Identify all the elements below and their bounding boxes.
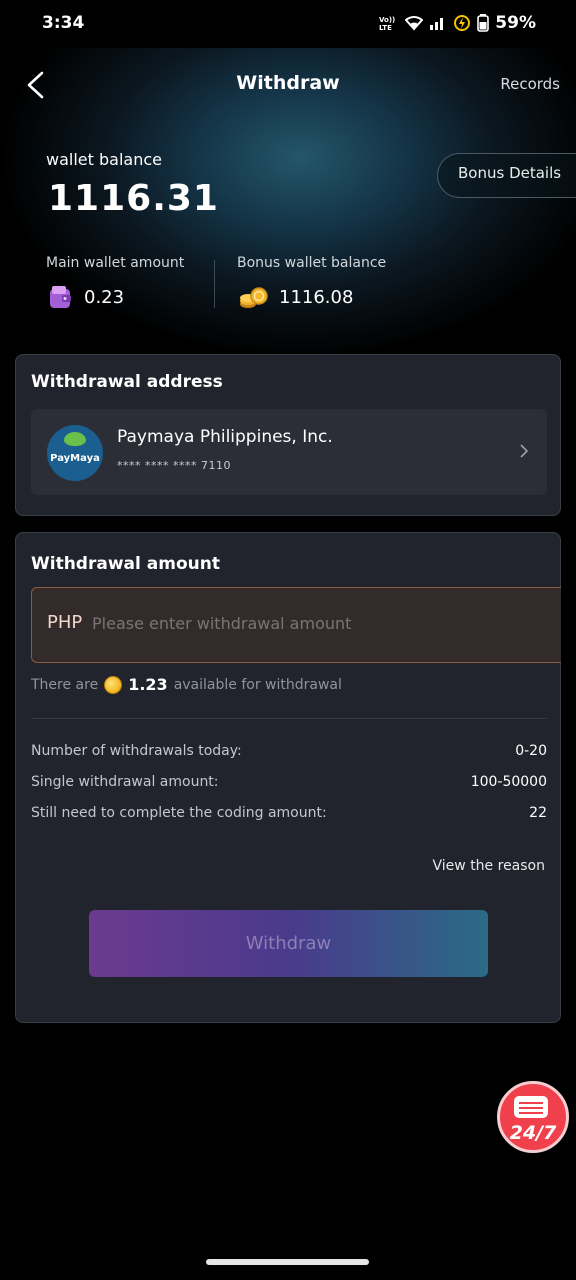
withdrawal-address-item[interactable]: PayMaya Paymaya Philippines, Inc. **** *… [31,409,547,495]
paymaya-logo-text: PayMaya [50,453,100,464]
battery-icon [477,14,490,32]
status-bar: 3:34 Vo)) LTE 59% [0,0,576,48]
withdrawal-address-card: Withdrawal address PayMaya Paymaya Phili… [15,354,561,516]
paymaya-logo: PayMaya [47,425,103,481]
amount-input-box[interactable]: PHP [31,587,561,663]
withdrawal-amount-card: Withdrawal amount PHP There are 1.23 ava… [15,532,561,1023]
bonus-details-button[interactable]: Bonus Details [437,153,576,198]
home-indicator[interactable] [206,1259,369,1265]
currency-label: PHP [47,612,83,633]
battery-percent: 59% [495,13,536,33]
info-value: 22 [529,805,547,821]
account-number: **** **** **** 7110 [117,459,231,472]
available-amount-text: There are 1.23 available for withdrawal [31,675,342,694]
wallet-balance-value: 1116.31 [48,178,219,219]
records-link[interactable]: Records [500,75,560,93]
main-wallet-value: 0.23 [84,286,125,308]
info-value: 100-50000 [470,774,547,790]
main-wallet-label: Main wallet amount [46,255,185,271]
wallet-balance-label: wallet balance [46,150,162,169]
support-chat-button[interactable]: 24/7 [497,1081,569,1153]
bonus-wallet-amount: 1116.08 [239,284,353,310]
wallet-divider [214,260,215,308]
coins-icon [240,287,268,308]
signal-icon [430,18,444,30]
withdraw-button[interactable]: Withdraw [89,910,488,977]
view-reason-link[interactable]: View the reason [433,858,545,874]
coin-icon [104,675,123,694]
info-row-single-amount: Single withdrawal amount: 100-50000 [31,774,547,790]
info-label: Number of withdrawals today: [31,743,242,759]
wifi-icon [405,16,424,31]
battery-saver-icon [454,15,471,31]
withdrawal-amount-title: Withdrawal amount [31,554,220,574]
status-time: 3:34 [42,13,85,33]
info-label: Single withdrawal amount: [31,774,219,790]
withdrawal-address-title: Withdrawal address [31,372,223,392]
available-prefix: There are [31,676,99,693]
info-row-withdrawals-today: Number of withdrawals today: 0-20 [31,743,547,759]
svg-text:LTE: LTE [379,24,392,31]
main-wallet-amount: 0.23 [48,284,124,310]
available-value: 1.23 [128,675,168,694]
wallet-icon [50,286,71,308]
page-title: Withdraw [236,72,340,94]
chat-support-icon [514,1096,548,1118]
svg-text:Vo)): Vo)) [379,16,395,24]
bonus-wallet-value: 1116.08 [279,286,354,308]
info-label: Still need to complete the coding amount… [31,805,327,821]
status-icons: Vo)) LTE 59% [379,13,536,33]
volte-lte-icon: Vo)) LTE [379,16,395,31]
support-label: 24/7 [509,1122,557,1144]
withdrawal-amount-input[interactable] [92,610,532,636]
bonus-wallet-label: Bonus wallet balance [237,255,387,271]
info-row-coding-amount: Still need to complete the coding amount… [31,805,547,821]
provider-name: Paymaya Philippines, Inc. [117,427,333,447]
amount-divider [31,718,547,719]
chevron-right-icon [520,444,529,458]
info-value: 0-20 [515,743,547,759]
available-suffix: available for withdrawal [173,676,342,693]
